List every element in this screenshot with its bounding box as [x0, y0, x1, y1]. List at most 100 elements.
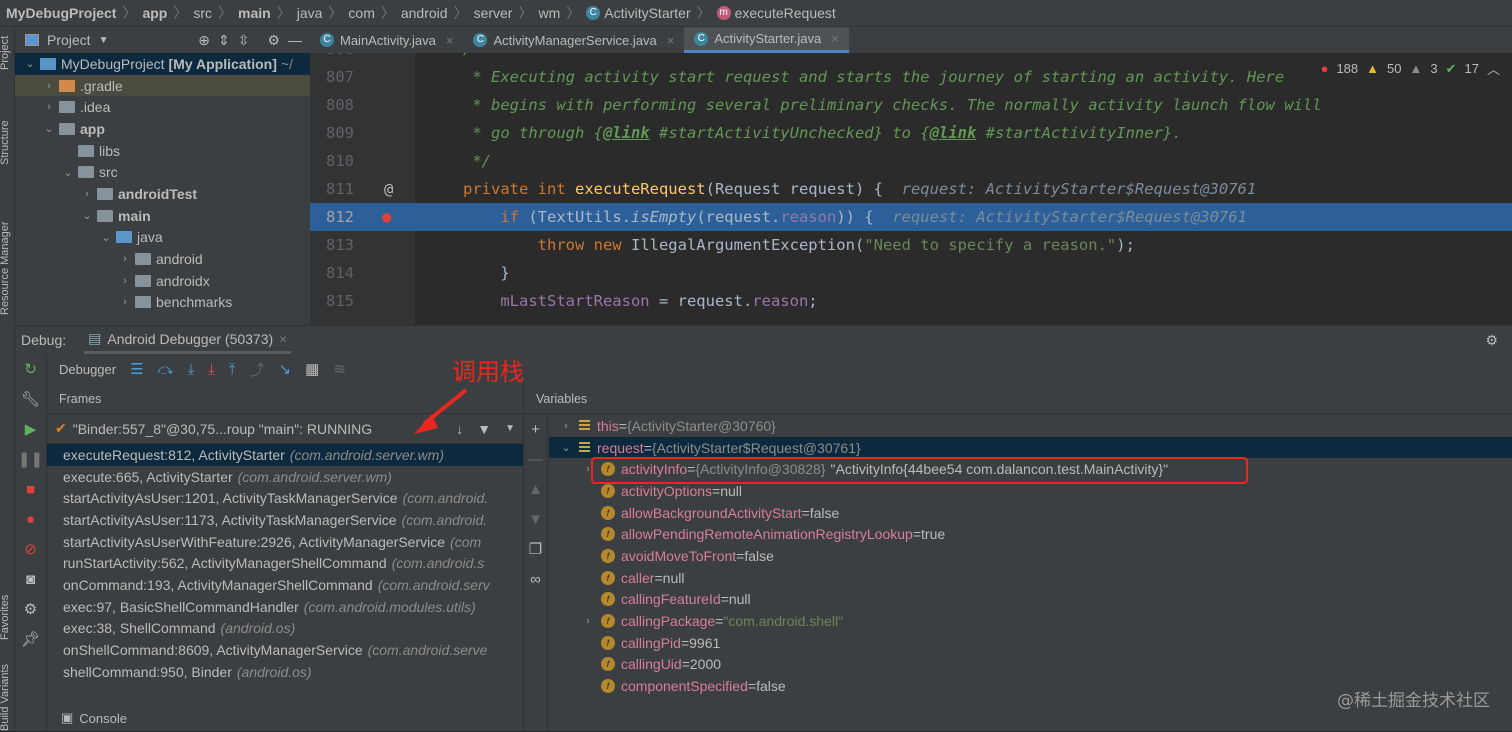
close-icon[interactable]: × [446, 33, 454, 48]
chevron-right-icon[interactable]: › [581, 615, 595, 627]
tree-item[interactable]: ⌄ main [15, 205, 310, 227]
trace-icon[interactable]: ≋ [333, 360, 346, 378]
line-number[interactable]: 806 [310, 53, 354, 63]
chevron-right-icon[interactable]: › [559, 420, 573, 432]
line-number[interactable]: 811 [310, 175, 354, 203]
wrench-icon[interactable]: 🔧︎ [15, 384, 46, 414]
tab-console[interactable]: ▣ Console [47, 704, 523, 732]
line-number[interactable]: 812 [310, 203, 354, 231]
tab-mainactivity[interactable]: C MainActivity.java × [310, 27, 463, 53]
line-number[interactable]: 810 [310, 147, 354, 175]
move-up-icon[interactable]: ▲ [524, 474, 547, 504]
tree-item[interactable]: libs [15, 140, 310, 162]
move-down-icon[interactable]: ▼ [524, 504, 547, 534]
frame-item[interactable]: startActivityAsUser:1201, ActivityTaskMa… [47, 487, 523, 509]
tool-window-resource-manager[interactable]: Resource Manager [0, 221, 11, 315]
rerun-icon[interactable]: ↻ [15, 354, 46, 384]
line-number[interactable]: 807 [310, 63, 354, 91]
mute-breakpoints-icon[interactable]: ⊘ [15, 534, 46, 564]
variable-item[interactable]: › f callingPackage = "com.android.shell" [549, 610, 1512, 632]
breadcrumb-item[interactable]: app [142, 5, 167, 21]
line-number[interactable]: 813 [310, 231, 354, 259]
line-number[interactable]: 815 [310, 287, 354, 315]
tool-window-project[interactable]: Project [0, 36, 11, 70]
chevron-down-icon[interactable]: ⌄ [23, 57, 37, 70]
chevron-down-icon[interactable]: ⌄ [559, 441, 573, 454]
line-number[interactable]: 814 [310, 259, 354, 287]
drop-frame-icon[interactable]: ⤴ [250, 359, 265, 380]
chevron-up-icon[interactable]: ︿ [1487, 59, 1500, 78]
chevron-right-icon[interactable]: › [118, 296, 132, 308]
gear-icon[interactable]: ⚙ [267, 32, 280, 49]
frame-item[interactable]: exec:97, BasicShellCommandHandler (com.an… [47, 596, 523, 618]
breadcrumb-item[interactable]: MyDebugProject [6, 5, 116, 21]
force-step-into-icon[interactable]: ⤓ [208, 361, 215, 378]
settings-icon[interactable]: ⚙ [15, 594, 46, 624]
variable-item[interactable]: f callingUid = 2000 [549, 654, 1512, 676]
chevron-right-icon[interactable]: › [42, 101, 56, 113]
frame-item[interactable]: onShellCommand:8609, ActivityManagerServ… [47, 639, 523, 661]
expand-all-icon[interactable]: ⇕ [218, 32, 230, 49]
tool-window-favorites[interactable]: Favorites [0, 595, 11, 640]
chevron-down-icon[interactable]: ⌄ [99, 231, 113, 244]
tree-item[interactable]: › .idea [15, 96, 310, 118]
chevron-down-icon[interactable]: ⌄ [80, 209, 94, 222]
filter-icon[interactable]: ▼ [477, 421, 491, 437]
variable-item[interactable]: ⌄ request = {ActivityStarter$Request@3076… [549, 436, 1512, 459]
variable-item[interactable]: f avoidMoveToFront = false [549, 545, 1512, 567]
tree-item[interactable]: › .gradle [15, 74, 310, 97]
tree-item[interactable]: ⌄ app [15, 118, 310, 140]
inspection-widget[interactable]: ● 188 ▲ 50 ▲ 3 ✔ 17 ︿ [1321, 59, 1500, 78]
evaluate-expression-icon[interactable]: ▦ [305, 360, 319, 378]
variable-item[interactable]: f allowPendingRemoteAnimationRegistryLook… [549, 523, 1512, 545]
breadcrumb-item[interactable]: server [474, 5, 513, 21]
view-breakpoints-icon[interactable]: ● [15, 504, 46, 534]
copy-icon[interactable]: ❐ [524, 534, 547, 564]
tool-window-structure[interactable]: Structure [0, 120, 11, 165]
breakpoint-icon[interactable]: ● [382, 203, 391, 231]
tree-item[interactable]: › android [15, 248, 310, 270]
pin-icon[interactable]: 📌︎ [15, 624, 46, 654]
frame-item[interactable]: execute:665, ActivityStarter (com.android… [47, 466, 523, 488]
tree-item[interactable]: › androidx [15, 270, 310, 292]
resume-icon[interactable]: ▶ [15, 414, 46, 444]
camera-icon[interactable]: ◙ [15, 564, 46, 594]
frame-item[interactable]: exec:38, ShellCommand (android.os) [47, 618, 523, 640]
debugger-tab[interactable]: Debugger [59, 362, 116, 377]
show-watches-icon[interactable]: ∞ [524, 564, 547, 594]
variable-item[interactable]: › this = {ActivityStarter@30760} [549, 415, 1512, 437]
close-icon[interactable]: × [279, 331, 287, 347]
stop-icon[interactable]: ■ [15, 474, 46, 504]
tree-item[interactable]: ⌄ src [15, 161, 310, 183]
collapse-all-icon[interactable]: ⇳ [238, 32, 250, 49]
tree-item[interactable]: › benchmarks [15, 292, 310, 314]
step-into-icon[interactable]: ⤓ [188, 361, 195, 378]
locate-icon[interactable]: ⊕ [198, 32, 210, 49]
breadcrumb-item[interactable]: m executeRequest [716, 5, 836, 21]
tab-activitystarter[interactable]: C ActivityStarter.java × [684, 27, 849, 53]
chevron-right-icon[interactable]: › [42, 80, 56, 92]
tree-item[interactable]: ⌄ MyDebugProject [My Application] ~/ [15, 53, 310, 75]
remove-watch-icon[interactable]: — [524, 444, 547, 474]
chevron-right-icon[interactable]: › [118, 253, 132, 265]
pause-icon[interactable]: ❚❚ [15, 444, 46, 474]
variable-item[interactable]: f caller = null [549, 567, 1512, 589]
show-execution-point-icon[interactable]: ☰ [130, 360, 143, 378]
hide-icon[interactable]: — [288, 32, 302, 48]
code-editor[interactable]: 806 /** 807 * Executing activity start req… [310, 53, 1512, 325]
tab-android-debugger[interactable]: ▤ Android Debugger (50373) × [84, 326, 292, 354]
breadcrumb-item[interactable]: com [348, 5, 374, 21]
tool-window-build-variants[interactable]: Build Variants [0, 664, 11, 731]
frame-item[interactable]: runStartActivity:562, ActivityManagerShe… [47, 552, 523, 574]
variable-item[interactable]: f callingFeatureId = null [549, 589, 1512, 611]
chevron-down-icon[interactable]: ▼ [505, 423, 515, 434]
breadcrumb-item[interactable]: wm [538, 5, 560, 21]
line-number[interactable]: 808 [310, 91, 354, 119]
frame-item[interactable]: startActivityAsUser:1173, ActivityTaskMa… [47, 509, 523, 531]
breadcrumb-item[interactable]: java [297, 5, 323, 21]
chevron-down-icon[interactable]: ⌄ [42, 122, 56, 135]
chevron-right-icon[interactable]: › [118, 275, 132, 287]
add-watch-icon[interactable]: + [524, 414, 547, 444]
tab-activitymanagerservice[interactable]: C ActivityManagerService.java × [463, 27, 684, 53]
tree-item[interactable]: ⌄ java [15, 227, 310, 249]
